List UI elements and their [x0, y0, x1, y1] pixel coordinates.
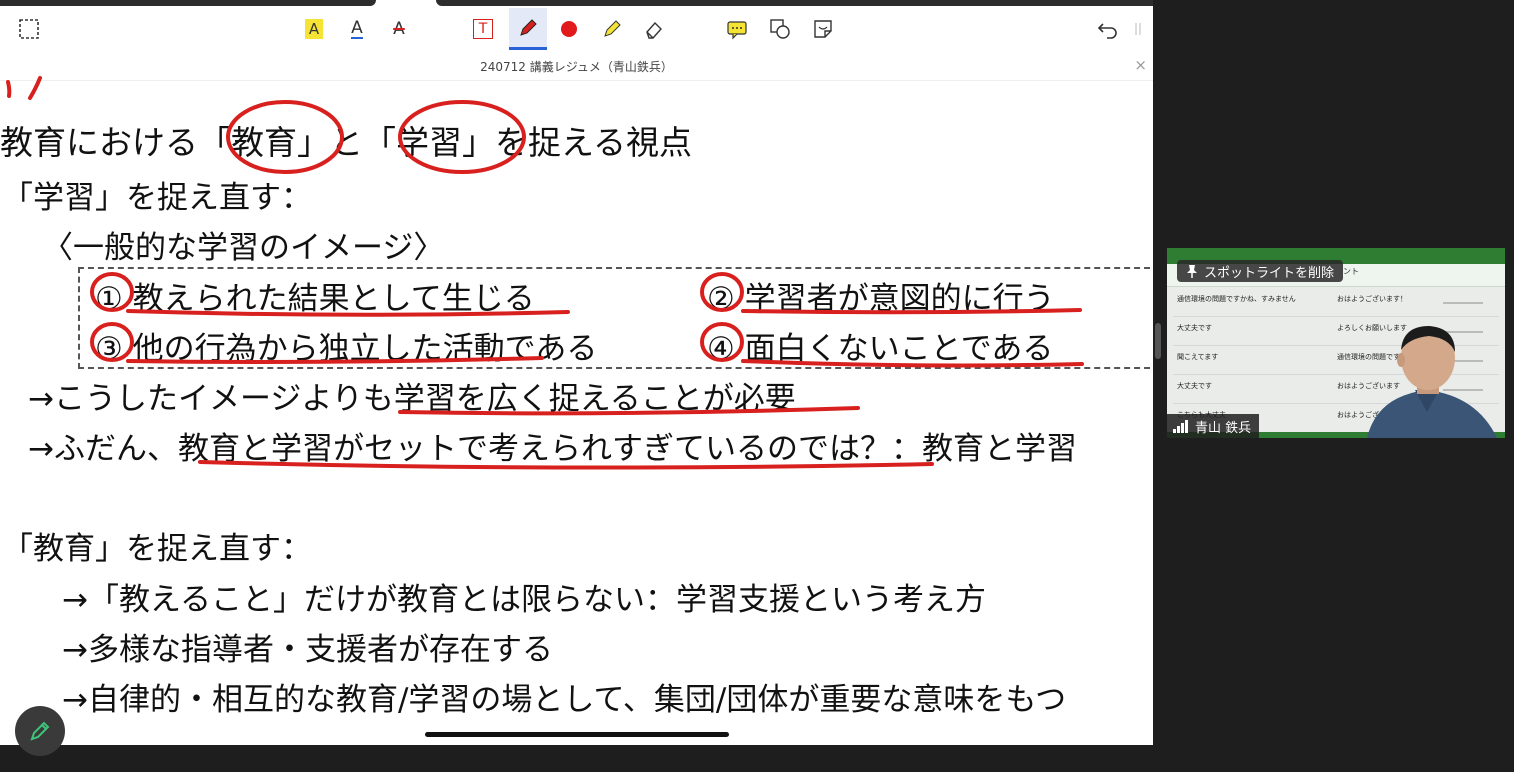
list-item: 通信環境の問題ですかね、すみません おはようございます！	[1173, 288, 1499, 317]
remove-spotlight-button[interactable]: スポットライトを削除	[1177, 260, 1344, 282]
cell: 大丈夫です	[1177, 324, 1212, 332]
video-bg-header-text: ント	[1343, 267, 1359, 276]
home-indicator	[425, 732, 729, 737]
cell: おはようございます！	[1337, 295, 1407, 303]
bar	[1443, 302, 1483, 304]
cell: 大丈夫です	[1177, 382, 1212, 390]
remove-spotlight-label: スポットライトを削除	[1204, 265, 1335, 281]
pin-icon	[1187, 265, 1197, 278]
signal-icon	[1173, 420, 1188, 433]
pencil-icon	[30, 721, 50, 741]
bottom-bar	[0, 745, 1153, 772]
participant-figure	[1367, 326, 1497, 438]
shared-screen-notes-app: A A A T 240712 講義レジュメ（青山鉄兵） × 教育における「教育」…	[0, 0, 1153, 745]
split-view-handle[interactable]	[1155, 323, 1161, 359]
participant-name-tag: 青山 鉄兵	[1167, 414, 1260, 438]
participant-video-tile[interactable]: ント 通信環境の問題ですかね、すみません おはようございます！ 大丈夫です よろしく…	[1167, 248, 1505, 438]
ink-annotations	[6, 76, 1084, 470]
participant-name: 青山 鉄兵	[1195, 420, 1252, 436]
cell: 聞こえてます	[1177, 353, 1219, 361]
pencil-button[interactable]	[15, 706, 65, 756]
cell: 通信環境の問題ですかね、すみません	[1177, 295, 1296, 303]
